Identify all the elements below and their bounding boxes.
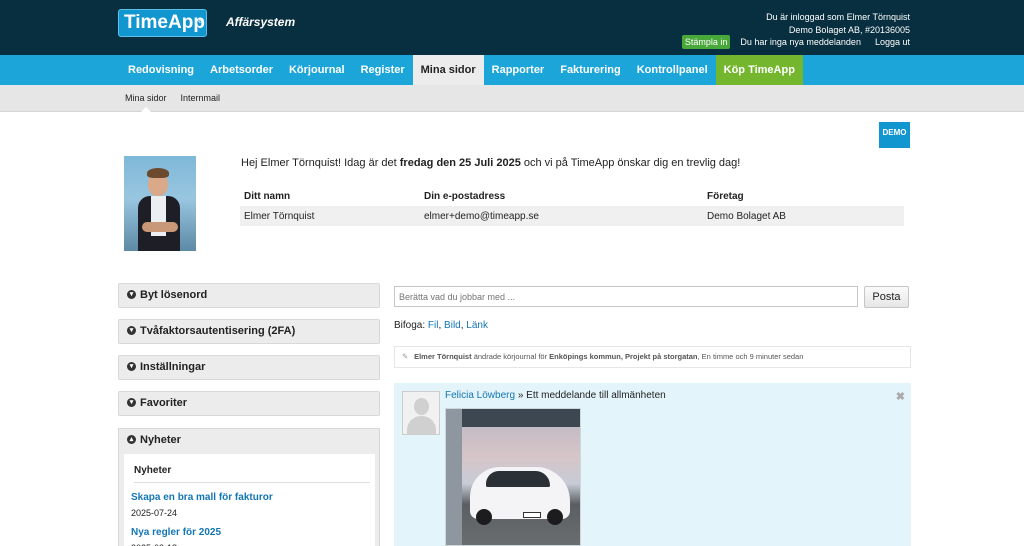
- attach-image-link[interactable]: Bild: [444, 320, 461, 331]
- accordion-nyheter[interactable]: ▴ Nyheter: [119, 429, 379, 452]
- accordion-label: Tvåfaktorsautentisering (2FA): [140, 325, 296, 337]
- sub-nav: Mina sidor Internmail: [0, 85, 1024, 112]
- greeting-date: fredag den 25 Juli 2025: [399, 157, 521, 169]
- list-item: Skapa en bra mall för fakturor 2025-07-2…: [131, 492, 375, 518]
- user-avatar: [402, 391, 440, 435]
- header-company: Företag: [707, 190, 744, 202]
- accordion-label: Byt lösenord: [140, 289, 208, 301]
- top-header: TimeApp ® Affärsystem Du är inloggad som …: [0, 0, 1024, 55]
- main-nav: Redovisning Arbetsorder Körjournal Regis…: [0, 55, 1024, 85]
- news-title-link[interactable]: Nya regler för 2025: [131, 527, 375, 538]
- logo-registered-mark: ®: [197, 18, 203, 25]
- logout-link[interactable]: Logga ut: [875, 37, 910, 47]
- attach-row: Bifoga: Fil, Bild, Länk: [394, 320, 488, 331]
- chevron-down-icon: ▾: [127, 325, 136, 335]
- message-author-link[interactable]: Felicia Löwberg: [445, 390, 515, 401]
- news-heading: Nyheter: [134, 465, 370, 483]
- accordion-byt-losenord[interactable]: ▾ Byt lösenord: [118, 283, 380, 308]
- chevron-down-icon: ▾: [127, 289, 136, 299]
- nav-rapporter[interactable]: Rapporter: [484, 55, 553, 85]
- chevron-down-icon: ▾: [127, 397, 136, 407]
- message-header: Felicia Löwberg » Ett meddelande till al…: [445, 390, 666, 401]
- cell-company: Demo Bolaget AB: [703, 206, 904, 226]
- greeting-suffix: och vi på TimeApp önskar dig en trevlig …: [520, 157, 741, 169]
- profile-avatar: [124, 156, 196, 251]
- nav-arbetsorder[interactable]: Arbetsorder: [202, 55, 281, 85]
- user-info: Du är inloggad som Elmer Törnquist Demo …: [766, 11, 910, 37]
- accordion-installningar[interactable]: ▾ Inställningar: [118, 355, 380, 380]
- attach-label: Bifoga:: [394, 320, 426, 331]
- post-button[interactable]: Posta: [864, 286, 909, 308]
- subnav-mina-sidor[interactable]: Mina sidor: [125, 85, 167, 112]
- chevron-down-icon: ▾: [127, 361, 136, 371]
- message-image[interactable]: [445, 408, 581, 546]
- subnav-internmail[interactable]: Internmail: [181, 85, 221, 111]
- nav-fakturering[interactable]: Fakturering: [552, 55, 629, 85]
- cell-name: Elmer Törnquist: [240, 206, 420, 226]
- activity-time: , En timme och 9 minuter sedan: [697, 352, 804, 361]
- chevron-up-icon: ▴: [127, 434, 136, 444]
- greeting-prefix: Hej Elmer Törnquist! Idag är det: [241, 157, 400, 169]
- demo-badge: DEMO: [879, 122, 910, 148]
- news-date: 2025-07-24: [131, 508, 178, 518]
- stamp-in-button[interactable]: Stämpla in: [681, 35, 731, 49]
- pencil-icon: ✎: [402, 352, 409, 361]
- accordion-label: Nyheter: [140, 434, 181, 446]
- accordion-favoriter[interactable]: ▾ Favoriter: [118, 391, 380, 416]
- user-links: Stämpla in Du har inga nya meddelanden L…: [681, 35, 910, 49]
- header-email: Din e-postadress: [424, 190, 506, 202]
- app-subtitle: Affärsystem: [226, 15, 296, 29]
- nav-register[interactable]: Register: [353, 55, 413, 85]
- attach-file-link[interactable]: Fil: [428, 320, 439, 331]
- activity-user: Elmer Törnquist: [414, 352, 472, 361]
- nav-redovisning[interactable]: Redovisning: [120, 55, 202, 85]
- news-title-link[interactable]: Skapa en bra mall för fakturor: [131, 492, 375, 503]
- accordion-label: Inställningar: [140, 361, 206, 373]
- list-item: Nya regler för 2025 2025-03-18: [131, 527, 375, 546]
- message-text: » Ett meddelande till allmänheten: [515, 390, 666, 401]
- logged-in-text: Du är inloggad som Elmer Törnquist: [766, 12, 910, 22]
- feed-message: Felicia Löwberg » Ett meddelande till al…: [394, 383, 911, 546]
- timeapp-logo[interactable]: TimeApp ®: [118, 9, 207, 37]
- close-icon[interactable]: ✖: [896, 390, 905, 403]
- messages-link[interactable]: Du har inga nya meddelanden: [740, 37, 861, 47]
- header-name: Ditt namn: [244, 190, 291, 202]
- nav-kop-timeapp[interactable]: Köp TimeApp: [715, 55, 803, 85]
- post-input[interactable]: [394, 286, 858, 307]
- activity-text: ändrade körjournal för: [471, 352, 550, 361]
- nav-korjournal[interactable]: Körjournal: [281, 55, 353, 85]
- profile-info-table: Ditt namn Din e-postadress Företag Elmer…: [240, 186, 904, 226]
- nav-mina-sidor[interactable]: Mina sidor: [412, 55, 484, 85]
- activity-item: ✎ Elmer Törnquist ändrade körjournal för…: [394, 346, 911, 368]
- news-panel: ▴ Nyheter Nyheter Skapa en bra mall för f…: [118, 428, 380, 546]
- accordion-label: Favoriter: [140, 397, 188, 409]
- nav-kontrollpanel[interactable]: Kontrollpanel: [629, 55, 716, 85]
- attach-link-link[interactable]: Länk: [466, 320, 488, 331]
- logo-text: TimeApp: [124, 12, 205, 33]
- activity-target: Enköpings kommun, Projekt på storgatan: [549, 352, 698, 361]
- news-list: Nyheter Skapa en bra mall för fakturor 2…: [124, 454, 375, 546]
- table-row: Elmer Törnquist elmer+demo@timeapp.se De…: [240, 206, 904, 226]
- accordion-2fa[interactable]: ▾ Tvåfaktorsautentisering (2FA): [118, 319, 380, 344]
- cell-email: elmer+demo@timeapp.se: [420, 206, 703, 226]
- greeting-text: Hej Elmer Törnquist! Idag är det fredag …: [241, 157, 740, 169]
